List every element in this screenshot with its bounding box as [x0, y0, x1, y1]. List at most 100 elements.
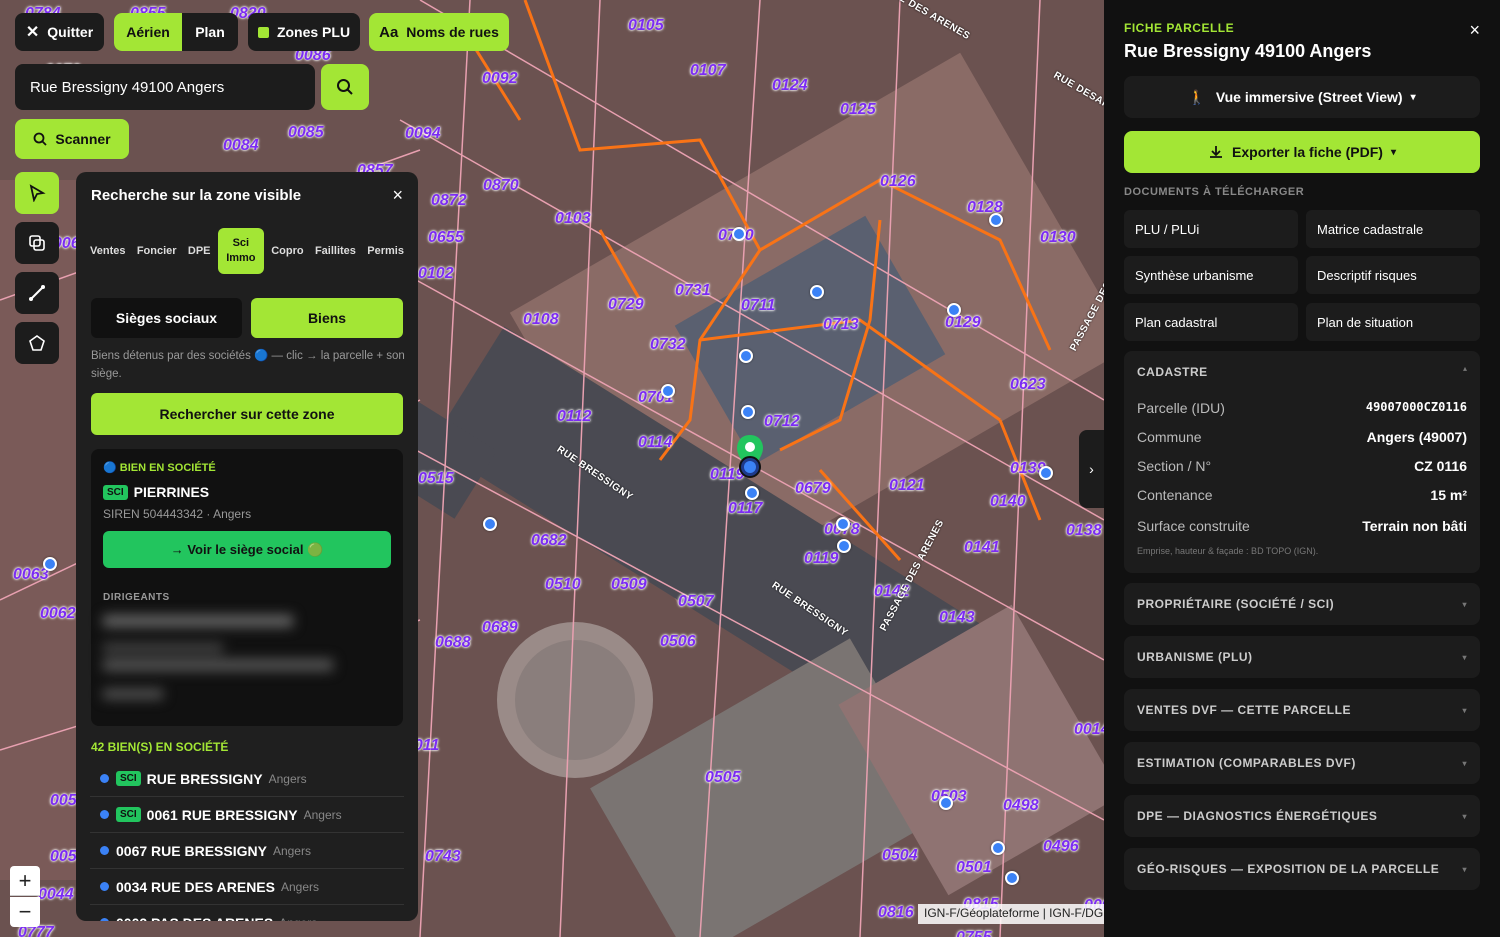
company-owned-marker[interactable]: [1039, 466, 1053, 480]
parcel-label[interactable]: 0509: [611, 576, 647, 594]
parcel-label[interactable]: 0623: [1010, 376, 1046, 394]
plu-zones-toggle[interactable]: Zones PLU: [248, 13, 360, 51]
company-owned-marker[interactable]: [837, 539, 851, 553]
parcel-label[interactable]: 0143: [939, 609, 975, 627]
search-zone-button[interactable]: Rechercher sur cette zone: [91, 393, 403, 435]
zoom-in-button[interactable]: +: [10, 866, 40, 896]
parcel-label[interactable]: 0870: [483, 177, 519, 195]
parcel-label[interactable]: 0141: [964, 539, 1000, 557]
parcel-label[interactable]: 0682: [531, 532, 567, 550]
close-icon[interactable]: ×: [1469, 20, 1480, 41]
company-owned-marker[interactable]: [483, 517, 497, 531]
parcel-label[interactable]: 0107: [690, 62, 726, 80]
parcel-label[interactable]: 0505: [705, 769, 741, 787]
parcel-label[interactable]: 0119: [804, 550, 838, 568]
sieges-sociaux-toggle[interactable]: Sièges sociaux: [91, 298, 242, 338]
list-item[interactable]: SCI 0061 RUE BRESSIGNY Angers: [90, 797, 404, 833]
street-view-button[interactable]: 🚶 Vue immersive (Street View) ▾: [1124, 76, 1480, 118]
parcel-label[interactable]: 0498: [1003, 797, 1039, 815]
parcel-label[interactable]: 0755: [956, 929, 992, 937]
parcel-label[interactable]: 0713: [823, 316, 859, 334]
doc-plu[interactable]: PLU / PLUi: [1124, 210, 1298, 248]
list-item[interactable]: SCI RUE BRESSIGNY Angers: [90, 761, 404, 797]
parcel-label[interactable]: 0872: [431, 192, 467, 210]
parcel-label[interactable]: 0816: [878, 904, 914, 922]
company-owned-marker[interactable]: [991, 841, 1005, 855]
parcel-label[interactable]: 0515: [418, 470, 454, 488]
parcel-label[interactable]: 0731: [675, 282, 711, 300]
select-tool[interactable]: [15, 172, 59, 214]
parcel-label[interactable]: 0044: [38, 886, 74, 904]
list-item[interactable]: 0034 RUE DES ARENES Angers: [90, 869, 404, 905]
parcel-label[interactable]: 0655: [428, 229, 464, 247]
tab-ventes[interactable]: Ventes: [86, 245, 129, 257]
collapsible-section[interactable]: DPE — DIAGNOSTICS ÉNERGÉTIQUES ▾: [1124, 795, 1480, 837]
company-owned-marker[interactable]: [745, 486, 759, 500]
parcel-label[interactable]: 0129: [945, 314, 981, 332]
biens-toggle[interactable]: Biens: [251, 298, 403, 338]
view-headquarters-button[interactable]: → Voir le siège social 🟢: [103, 531, 391, 568]
search-button[interactable]: [321, 64, 369, 110]
map-view[interactable]: 0784085508200105007300860092010701240084…: [0, 0, 1104, 937]
doc-plan-cadastral[interactable]: Plan cadastral: [1124, 303, 1298, 341]
layers-tool[interactable]: [15, 222, 59, 264]
tab-dpe[interactable]: DPE: [184, 245, 215, 257]
parcel-label[interactable]: 0506: [660, 633, 696, 651]
parcel-label[interactable]: 0732: [650, 336, 686, 354]
parcel-label[interactable]: 0014: [1074, 721, 1104, 739]
company-owned-marker[interactable]: [989, 213, 1003, 227]
company-owned-marker[interactable]: [810, 285, 824, 299]
search-input[interactable]: Rue Bressigny 49100 Angers: [15, 64, 315, 110]
tab-foncier[interactable]: Foncier: [133, 245, 181, 257]
plan-toggle[interactable]: Plan: [182, 13, 238, 51]
tab-copro[interactable]: Copro: [267, 245, 307, 257]
collapsible-section[interactable]: VENTES DVF — CETTE PARCELLE ▾: [1124, 689, 1480, 731]
parcel-label[interactable]: 0124: [772, 77, 808, 95]
collapsible-section[interactable]: ESTIMATION (COMPARABLES DVF) ▾: [1124, 742, 1480, 784]
collapsible-section[interactable]: PROPRIÉTAIRE (SOCIÉTÉ / SCI) ▾: [1124, 583, 1480, 625]
tab-sci-immo[interactable]: Sci Immo: [217, 228, 264, 274]
company-owned-marker[interactable]: [741, 405, 755, 419]
close-icon[interactable]: ×: [392, 185, 403, 206]
parcel-label[interactable]: 0679: [795, 480, 831, 498]
zoom-out-button[interactable]: −: [10, 897, 40, 927]
parcel-label[interactable]: 0689: [482, 619, 518, 637]
parcel-label[interactable]: 0125: [840, 101, 876, 119]
doc-synthese-urbanisme[interactable]: Synthèse urbanisme: [1124, 256, 1298, 294]
company-owned-marker[interactable]: [836, 517, 850, 531]
parcel-label[interactable]: 0105: [628, 17, 664, 35]
parcel-label[interactable]: 0140: [990, 493, 1026, 511]
parcel-label[interactable]: 0063: [13, 566, 49, 584]
tab-permis[interactable]: Permis: [363, 245, 408, 257]
scanner-button[interactable]: Scanner: [15, 119, 129, 159]
polygon-tool[interactable]: [15, 322, 59, 364]
measure-tool[interactable]: [15, 272, 59, 314]
company-owned-marker[interactable]: [43, 557, 57, 571]
parcel-label[interactable]: 0117: [728, 500, 762, 518]
quit-button[interactable]: ✕ Quitter: [15, 13, 104, 51]
parcel-label[interactable]: 0504: [882, 847, 918, 865]
company-owned-marker[interactable]: [739, 349, 753, 363]
parcel-label[interactable]: 0102: [418, 265, 454, 283]
company-owned-marker[interactable]: [947, 303, 961, 317]
parcel-label[interactable]: 0108: [523, 311, 559, 329]
parcel-label[interactable]: 0501: [956, 859, 992, 877]
parcel-label[interactable]: 0085: [288, 124, 324, 142]
company-owned-marker[interactable]: [1005, 871, 1019, 885]
parcel-label[interactable]: 0126: [880, 173, 916, 191]
tab-faillites[interactable]: Faillites: [311, 245, 360, 257]
collapsible-section[interactable]: GÉO-RISQUES — EXPOSITION DE LA PARCELLE ▾: [1124, 848, 1480, 890]
parcel-label[interactable]: 0121: [889, 477, 925, 495]
export-pdf-button[interactable]: Exporter la fiche (PDF) ▾: [1124, 131, 1480, 173]
company-owned-marker[interactable]: [732, 227, 746, 241]
parcel-label[interactable]: 0114: [638, 434, 672, 452]
parcel-label[interactable]: 0507: [678, 593, 714, 611]
panel-collapse-button[interactable]: ›: [1079, 430, 1104, 508]
doc-descriptif-risques[interactable]: Descriptif risques: [1306, 256, 1480, 294]
parcel-label[interactable]: 0688: [435, 634, 471, 652]
company-owned-marker[interactable]: [661, 384, 675, 398]
chevron-up-icon[interactable]: ▴: [1463, 364, 1467, 373]
aerial-toggle[interactable]: Aérien: [114, 13, 182, 51]
parcel-label[interactable]: 0712: [764, 413, 800, 431]
list-item[interactable]: 0002 PAS DES ARENES Angers: [90, 905, 404, 921]
